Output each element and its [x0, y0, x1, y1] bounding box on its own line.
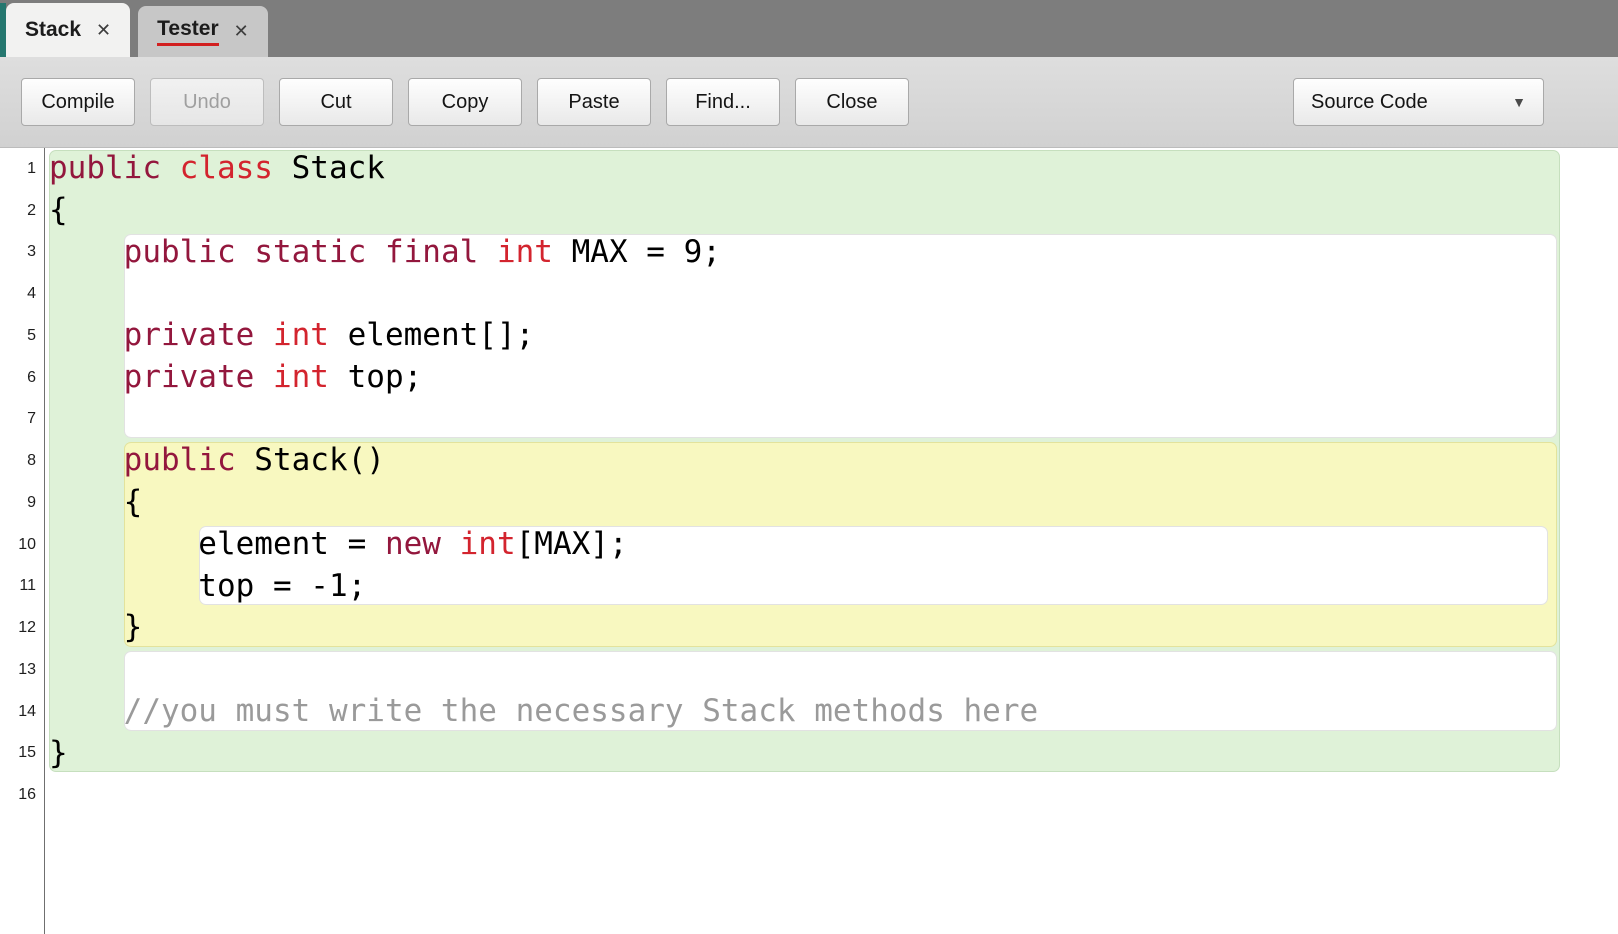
code-line-3: public static final int MAX = 9; [46, 232, 1618, 274]
code-text: int [272, 317, 329, 353]
line-number[interactable]: 12 [0, 607, 44, 649]
code-text: } [49, 609, 143, 646]
code-text: new [384, 525, 441, 562]
code-text: Stack() [235, 442, 385, 479]
code-text: { [49, 191, 68, 228]
code-text: Stack [272, 150, 385, 186]
undo-button: Undo [150, 78, 264, 126]
code-line-6: private int top; [46, 357, 1618, 399]
code-text: MAX = 9; [552, 233, 721, 270]
line-number[interactable]: 10 [0, 524, 44, 566]
line-number[interactable]: 11 [0, 566, 44, 608]
code-text: int [496, 233, 553, 270]
line-number[interactable]: 2 [0, 190, 44, 232]
code-line-2: { [46, 190, 1618, 232]
line-number[interactable]: 6 [0, 357, 44, 399]
tab-tester[interactable]: Tester ✕ [138, 6, 268, 57]
code-text: public [49, 150, 161, 186]
line-number[interactable]: 9 [0, 482, 44, 524]
code-line-9: { [46, 482, 1618, 524]
code-line-5: private int element[]; [46, 315, 1618, 357]
code-text: top = -1; [49, 567, 367, 604]
code-text: element = [49, 525, 385, 562]
code-text: int [459, 525, 516, 562]
line-number[interactable]: 16 [0, 774, 44, 816]
tab-stack[interactable]: Stack ✕ [6, 3, 131, 57]
line-number[interactable]: 8 [0, 440, 44, 482]
view-selector-dropdown[interactable]: Source Code ▼ [1293, 78, 1544, 126]
code-line-14: //you must write the necessary Stack met… [46, 691, 1618, 733]
bluej-editor-window: Stack ✕ Tester ✕ Compile Undo Cut Copy Paste Fin… [0, 0, 1618, 934]
code-text: [MAX]; [515, 525, 628, 562]
tab-label: Stack [25, 18, 82, 41]
code-line-1: public class Stack [46, 148, 1618, 190]
code-text: class [179, 150, 273, 186]
cut-button[interactable]: Cut [279, 78, 393, 126]
toolbar: Compile Undo Cut Copy Paste Find... Close Sour… [0, 57, 1618, 148]
code-text: { [49, 484, 143, 520]
line-number[interactable]: 4 [0, 273, 44, 315]
code-text: top; [328, 358, 423, 395]
close-button[interactable]: Close [795, 78, 909, 126]
code-text: int [272, 358, 329, 395]
find-button[interactable]: Find... [666, 78, 780, 126]
code-line-10: element = new int[MAX]; [46, 524, 1618, 566]
code-lines: public class Stack{ public static final … [46, 148, 1618, 816]
comment-text: //you must write the necessary Stack met… [49, 692, 1039, 729]
code-text: static [254, 233, 367, 270]
code-line-11: top = -1; [46, 566, 1618, 608]
code-text: element[]; [328, 317, 535, 353]
line-number[interactable]: 3 [0, 232, 44, 274]
line-number[interactable]: 15 [0, 733, 44, 775]
view-selector-value: Source Code [1311, 90, 1428, 113]
code-line-8: public Stack() [46, 440, 1618, 482]
code-text: public [123, 233, 236, 270]
tab-label: Tester [157, 17, 219, 46]
code-text: public [123, 442, 236, 479]
line-number[interactable]: 14 [0, 691, 44, 733]
code-text: private [123, 317, 255, 353]
tab-bar: Stack ✕ Tester ✕ [0, 0, 1618, 57]
copy-button[interactable]: Copy [408, 78, 522, 126]
tab-close-icon[interactable]: ✕ [96, 20, 111, 41]
line-number[interactable]: 5 [0, 315, 44, 357]
paste-button[interactable]: Paste [537, 78, 651, 126]
code-text: final [384, 233, 479, 270]
line-number-gutter[interactable]: 1 2 3 4 5 6 7 8 9 10 11 12 13 14 15 16 [0, 148, 45, 934]
toolbar-buttons: Compile Undo Cut Copy Paste Find... Close [21, 78, 909, 126]
tab-close-icon[interactable]: ✕ [234, 21, 249, 42]
code-line-12: } [46, 607, 1618, 649]
chevron-down-icon: ▼ [1512, 94, 1526, 110]
source-code-editor[interactable]: 1 2 3 4 5 6 7 8 9 10 11 12 13 14 15 16 public class Sta… [0, 148, 1618, 934]
code-line-15: } [46, 733, 1618, 775]
tab-bar-tabs: Stack ✕ Tester ✕ [6, 0, 268, 57]
line-number[interactable]: 13 [0, 649, 44, 691]
code-area[interactable]: public class Stack{ public static final … [46, 148, 1618, 934]
line-number[interactable]: 7 [0, 399, 44, 441]
compile-button[interactable]: Compile [21, 78, 135, 126]
code-text: private [123, 358, 255, 395]
line-number[interactable]: 1 [0, 148, 44, 190]
code-text: } [49, 734, 68, 771]
